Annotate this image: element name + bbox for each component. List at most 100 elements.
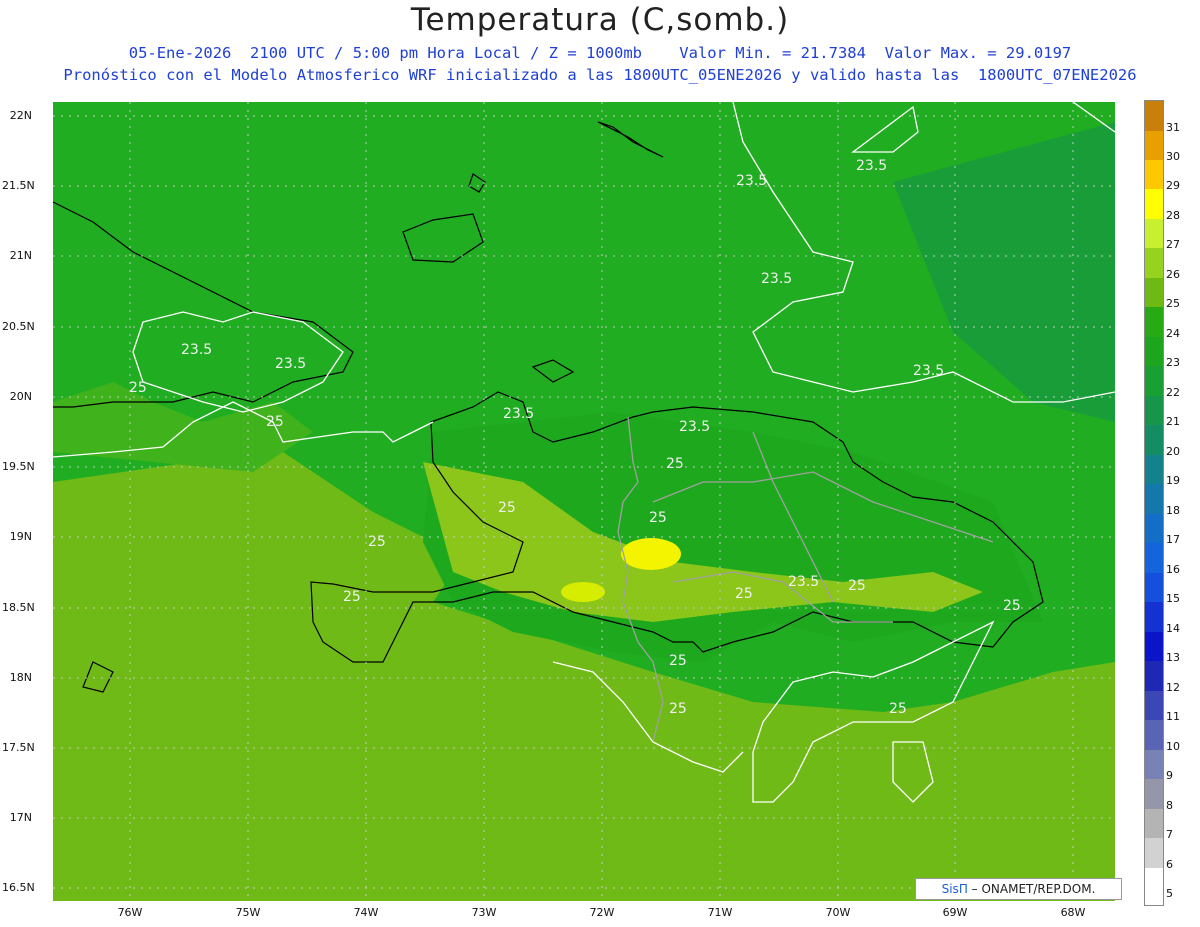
temperature-map: 23.5 23.5 23.5 23.5 23.5 23.5 23.5 23.5 … — [53, 102, 1115, 901]
contour-label: 25 — [129, 380, 147, 396]
lon-label: 70W — [825, 906, 851, 919]
legend-swatch — [1145, 838, 1163, 868]
legend-swatch — [1145, 131, 1163, 160]
legend-label: 12 — [1166, 681, 1180, 694]
contour-label: 25 — [649, 510, 667, 526]
contour-label: 25 — [735, 586, 753, 602]
legend-swatch — [1145, 779, 1163, 809]
legend-swatch — [1145, 661, 1163, 691]
legend-label: 10 — [1166, 740, 1180, 753]
hot-spot-west — [561, 582, 605, 602]
lat-label: 19N — [9, 530, 32, 543]
legend-swatch — [1145, 455, 1163, 484]
lat-label: 18.5N — [2, 601, 35, 614]
legend-label: 26 — [1166, 268, 1180, 281]
legend-swatch — [1145, 366, 1163, 396]
legend-label: 6 — [1166, 858, 1173, 871]
contour-label: 25 — [669, 653, 687, 669]
legend-swatch — [1145, 809, 1163, 838]
lat-label: 16.5N — [2, 881, 35, 894]
contour-label: 25 — [498, 500, 516, 516]
legend-label: 16 — [1166, 563, 1180, 576]
legend-swatch — [1145, 720, 1163, 750]
legend-swatch — [1145, 307, 1163, 337]
legend-swatch — [1145, 425, 1163, 455]
contour-label: 25 — [889, 701, 907, 717]
legend-label: 24 — [1166, 327, 1180, 340]
lon-label: 69W — [942, 906, 968, 919]
legend-label: 25 — [1166, 297, 1180, 310]
legend-swatch — [1145, 868, 1163, 905]
legend-swatch — [1145, 278, 1163, 307]
lat-label: 22N — [9, 109, 32, 122]
legend-label: 19 — [1166, 474, 1180, 487]
legend-label: 11 — [1166, 710, 1180, 723]
legend-swatch — [1145, 484, 1163, 514]
legend-swatch — [1145, 573, 1163, 602]
contour-label: 25 — [666, 456, 684, 472]
lat-label: 17N — [9, 811, 32, 824]
legend-label: 14 — [1166, 622, 1180, 635]
legend-swatch — [1145, 337, 1163, 366]
lon-label: 74W — [353, 906, 379, 919]
credit-org: – ONAMET/REP.DOM. — [971, 882, 1096, 896]
legend-label: 23 — [1166, 356, 1180, 369]
contour-label: 25 — [266, 414, 284, 430]
lon-label: 72W — [589, 906, 615, 919]
legend-swatch — [1145, 101, 1163, 131]
lat-label: 21.5N — [2, 179, 35, 192]
legend-label: 15 — [1166, 592, 1180, 605]
legend-label: 28 — [1166, 209, 1180, 222]
color-legend-bar — [1144, 100, 1164, 906]
legend-swatch — [1145, 750, 1163, 779]
contour-label: 25 — [669, 701, 687, 717]
contour-label: 23.5 — [679, 419, 710, 435]
legend-swatch — [1145, 248, 1163, 278]
legend-swatch — [1145, 189, 1163, 219]
legend-swatch — [1145, 543, 1163, 573]
map-svg: 23.5 23.5 23.5 23.5 23.5 23.5 23.5 23.5 … — [53, 102, 1115, 901]
legend-swatch — [1145, 160, 1163, 189]
credit-box: SisΠ – ONAMET/REP.DOM. — [915, 878, 1122, 900]
lat-label: 18N — [9, 671, 32, 684]
contour-label: 23.5 — [503, 406, 534, 422]
contour-label: 23.5 — [761, 271, 792, 287]
legend-label: 9 — [1166, 769, 1173, 782]
legend-label: 17 — [1166, 533, 1180, 546]
lon-label: 75W — [235, 906, 261, 919]
legend-label: 22 — [1166, 386, 1180, 399]
legend-label: 13 — [1166, 651, 1180, 664]
legend-swatch — [1145, 219, 1163, 248]
lon-label: 71W — [707, 906, 733, 919]
credit-sis: SisΠ — [941, 882, 968, 896]
legend-swatch — [1145, 514, 1163, 543]
legend-swatch — [1145, 691, 1163, 720]
lon-label: 68W — [1060, 906, 1086, 919]
map-title: Temperatura (C,somb.) — [410, 2, 790, 38]
legend-swatch — [1145, 602, 1163, 632]
contour-label: 23.5 — [181, 342, 212, 358]
contour-label: 23.5 — [788, 574, 819, 590]
contour-label: 23.5 — [856, 158, 887, 174]
map-subtitle-time: 05-Ene-2026 2100 UTC / 5:00 pm Hora Loca… — [128, 44, 1072, 62]
legend-label: 20 — [1166, 445, 1180, 458]
legend-label: 18 — [1166, 504, 1180, 517]
contour-label: 25 — [1003, 598, 1021, 614]
legend-swatch — [1145, 632, 1163, 661]
lat-label: 20.5N — [2, 320, 35, 333]
lon-label: 73W — [471, 906, 497, 919]
contour-label: 25 — [368, 534, 386, 550]
legend-label: 21 — [1166, 415, 1180, 428]
lon-label: 76W — [117, 906, 143, 919]
legend-label: 5 — [1166, 887, 1173, 900]
legend-label: 30 — [1166, 150, 1180, 163]
contour-label: 23.5 — [913, 363, 944, 379]
contour-label: 25 — [848, 578, 866, 594]
legend-label: 29 — [1166, 179, 1180, 192]
legend-swatch — [1145, 396, 1163, 425]
legend-label: 27 — [1166, 238, 1180, 251]
legend-label: 31 — [1166, 121, 1180, 134]
hot-spot-central — [621, 538, 681, 570]
contour-label: 25 — [343, 589, 361, 605]
map-subtitle-model: Pronóstico con el Modelo Atmosferico WRF… — [63, 66, 1137, 84]
